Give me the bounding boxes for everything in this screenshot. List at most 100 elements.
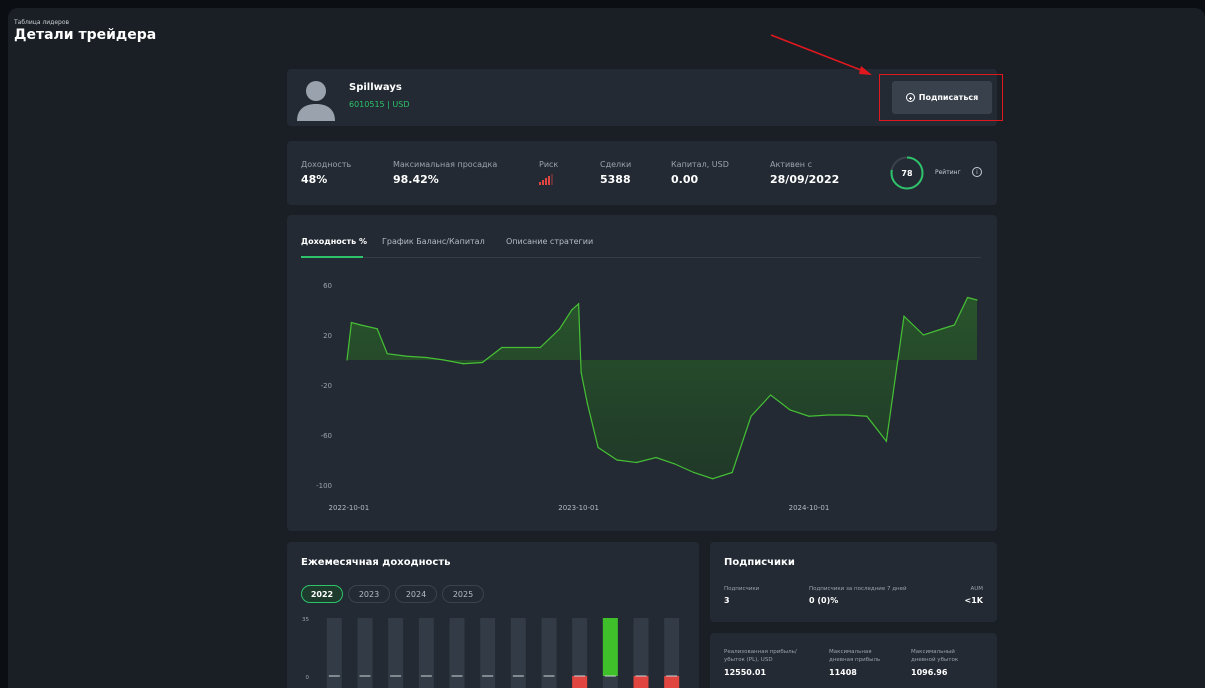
rating-label: Рейтинг (935, 169, 961, 176)
y-tick-label: 60 (323, 282, 332, 290)
monthly-bar-zero-mark (482, 675, 494, 677)
return-point (941, 328, 943, 330)
stat-label: Капитал, USD (671, 160, 729, 169)
return-point (578, 303, 580, 305)
subscribers-7d-label: Подписчики за последние 7 дней (809, 586, 907, 592)
realized-pl-label: Реализованная прибыль/ убыток (PL), USD (724, 649, 797, 663)
monthly-bar-track (357, 618, 373, 688)
return-chart: 60 20 -20 -60 -100 2022-10-01 2023-10-01 2024-1… (316, 282, 978, 512)
stat-trades: Сделки 5388 (600, 160, 631, 186)
monthly-bar[interactable] (572, 676, 588, 688)
stat-value: 48% (301, 173, 328, 186)
return-point (586, 403, 589, 405)
monthly-bar-track (388, 618, 404, 688)
realized-pl-value: 12550.01 (724, 668, 767, 677)
max-daily-loss-value: 1096.96 (911, 668, 948, 677)
info-icon[interactable]: i (972, 167, 982, 177)
return-point (885, 440, 887, 442)
subscribers-7d-value: 0 (0)% (809, 596, 839, 605)
return-point (481, 361, 483, 364)
monthly-chart: 350-9 (302, 617, 680, 688)
monthly-bar-track (480, 618, 496, 688)
monthly-bar-track (510, 618, 526, 688)
stat-max-drawdown: Максимальная просадка 98.42% (393, 160, 497, 186)
stat-value: 28/09/2022 (770, 173, 840, 186)
monthly-returns-card: Ежемесячная доходность 2022 2023 2024 20… (287, 542, 699, 688)
monthly-bar[interactable] (664, 676, 680, 688)
monthly-bar[interactable] (602, 618, 618, 676)
stats-card: Доходность 48% Максимальная просадка 98.… (287, 141, 997, 205)
stat-capital: Капитал, USD 0.00 (671, 160, 729, 186)
return-point (571, 309, 573, 311)
risk-bar (551, 174, 553, 185)
stat-value: 0.00 (671, 173, 699, 186)
return-point (346, 359, 348, 361)
monthly-bar-zero-mark (359, 675, 371, 677)
pnl-card: Реализованная прибыль/ убыток (PL), USD … (710, 633, 997, 688)
max-daily-profit-value: 11408 (829, 668, 857, 677)
subscribers-value: 3 (724, 596, 730, 605)
return-point (673, 463, 675, 465)
monthly-bar-zero-mark (666, 675, 678, 677)
return-point (386, 353, 388, 355)
return-point (922, 334, 925, 336)
stat-label: Риск (539, 160, 559, 169)
stat-label: Максимальная просадка (393, 160, 498, 169)
subscribers-card: Подписчики Подписчики 3 Подписчики за по… (710, 542, 997, 622)
return-point (655, 456, 657, 459)
monthly-y-tick: 0 (306, 675, 310, 681)
monthly-y-tick: 35 (302, 617, 309, 623)
monthly-bar-zero-mark (574, 675, 586, 677)
monthly-bar-zero-mark (604, 675, 616, 677)
monthly-bar-zero-mark (451, 675, 463, 677)
risk-bar (545, 178, 547, 185)
risk-bars-icon (539, 174, 558, 185)
monthly-bar-zero-mark (420, 675, 432, 677)
subscribers-title: Подписчики (724, 557, 795, 568)
return-point (360, 324, 362, 326)
monthly-bar[interactable] (633, 676, 649, 688)
return-point (712, 478, 714, 480)
y-tick-label: 20 (323, 332, 332, 340)
x-tick-label: 2022-10-01 (329, 504, 370, 512)
monthly-bar-zero-mark (512, 675, 524, 677)
monthly-bar-zero-mark (390, 675, 402, 677)
return-area (347, 297, 977, 479)
monthly-bar-zero-mark (328, 675, 340, 677)
return-point (616, 459, 618, 461)
return-point (580, 371, 582, 374)
return-point (808, 415, 810, 417)
return-point (443, 359, 445, 361)
return-point (501, 346, 503, 349)
return-point (597, 446, 599, 449)
return-point (789, 409, 791, 411)
return-point (539, 346, 541, 349)
return-point (520, 346, 522, 349)
monthly-bar-track (326, 618, 342, 688)
return-point (425, 356, 427, 359)
subscribe-button[interactable]: Подписаться (892, 81, 992, 114)
return-point (693, 471, 695, 474)
stat-return: Доходность 48% (301, 160, 351, 186)
return-point (966, 296, 969, 299)
return-point (376, 328, 378, 330)
plus-circle-icon (905, 93, 915, 102)
risk-bar (542, 180, 544, 185)
aum-label: AUM (970, 586, 983, 592)
stat-label: Сделки (600, 160, 632, 169)
y-tick-label: -100 (316, 482, 332, 490)
subscribers-label: Подписчики (724, 586, 760, 592)
aum-value: <1K (964, 596, 983, 605)
return-point (866, 415, 868, 417)
monthly-bar-track (541, 618, 557, 688)
subscribe-label: Подписаться (918, 93, 979, 102)
return-point (827, 414, 830, 416)
stat-value: 98.42% (393, 173, 439, 186)
monthly-bar-zero-mark (635, 675, 647, 677)
risk-bar (548, 176, 550, 185)
return-point (350, 321, 353, 324)
return-point (976, 299, 978, 301)
y-tick-label: -60 (321, 432, 332, 440)
return-point (406, 355, 408, 357)
monthly-bar-track (449, 618, 465, 688)
